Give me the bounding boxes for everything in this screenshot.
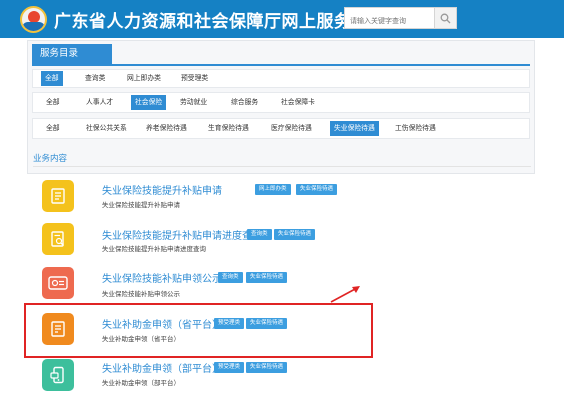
phone-card-icon[interactable]	[42, 359, 74, 391]
filter-sub-all[interactable]: 全部	[46, 121, 60, 136]
filter-type-all[interactable]: 全部	[41, 71, 63, 86]
id-card-icon[interactable]	[42, 267, 74, 299]
filter-sub-maternity[interactable]: 生育保险待遇	[208, 121, 249, 136]
checklist-icon[interactable]	[42, 180, 74, 212]
service-desc-2: 失业保险技能提升补贴申请进度查询	[102, 245, 206, 253]
logo-icon[interactable]	[20, 6, 47, 33]
search-input[interactable]	[345, 11, 434, 31]
tag-type-3: 查询类	[218, 272, 243, 283]
tag-category-2: 失业保险待遇	[274, 229, 316, 240]
filter-sub-pension[interactable]: 养老保险待遇	[146, 121, 187, 136]
service-directory-title: 服务目录	[32, 44, 112, 64]
search-icon	[440, 13, 451, 23]
tag-category-3: 失业保险待遇	[246, 272, 288, 283]
directory-divider	[32, 64, 530, 66]
section-divider	[33, 166, 531, 167]
document-search-icon[interactable]	[42, 223, 74, 255]
filter-cat-talent[interactable]: 人事人才	[86, 95, 113, 110]
tag-category-5: 失业保险待遇	[246, 362, 288, 373]
service-title-3[interactable]: 失业保险技能补贴申领公示	[102, 270, 222, 285]
business-section-title: 业务内容	[33, 154, 68, 164]
service-desc-5: 失业补助金申领（部平台）	[102, 379, 180, 387]
search-button[interactable]	[435, 7, 457, 29]
service-desc-1: 失业保险技能提升补贴申请	[102, 201, 180, 209]
service-title-2[interactable]: 失业保险技能提升补贴申请进度查询	[102, 227, 262, 242]
tag-category-1: 失业保险待遇	[296, 184, 338, 195]
service-desc-3: 失业保险技能补贴申领公示	[102, 290, 180, 298]
tag-type-2: 查询类	[247, 229, 272, 240]
filter-cat-all[interactable]: 全部	[46, 95, 60, 110]
site-title: 广东省人力资源和社会保障厅网上服务平台	[54, 12, 387, 32]
tag-type-5: 预受理类	[214, 362, 245, 373]
filter-cat-employment[interactable]: 劳动就业	[180, 95, 207, 110]
site-header: 广东省人力资源和社会保障厅网上服务平台	[0, 0, 564, 38]
filter-type-query[interactable]: 查询类	[85, 71, 105, 86]
tag-type-1: 网上即办类	[255, 184, 291, 195]
filter-type-preaccept[interactable]: 预受理类	[181, 71, 208, 86]
filter-cat-security-card[interactable]: 社会保障卡	[281, 95, 315, 110]
filter-cat-social-insurance[interactable]: 社会保险	[131, 95, 167, 110]
highlight-box	[24, 303, 373, 358]
service-title-1[interactable]: 失业保险技能提升补贴申请	[102, 182, 222, 197]
filter-sub-public[interactable]: 社保公共关系	[86, 121, 127, 136]
filter-type-online[interactable]: 网上即办类	[127, 71, 161, 86]
filter-row-type	[32, 69, 530, 88]
annotation-arrow-icon	[330, 286, 360, 303]
filter-cat-general[interactable]: 综合服务	[231, 95, 258, 110]
filter-sub-medical[interactable]: 医疗保险待遇	[271, 121, 312, 136]
service-title-5[interactable]: 失业补助金申领（部平台）	[102, 360, 222, 375]
filter-sub-injury[interactable]: 工伤保险待遇	[395, 121, 436, 136]
search-box[interactable]	[344, 7, 435, 31]
filter-sub-unemployment[interactable]: 失业保险待遇	[330, 121, 379, 136]
